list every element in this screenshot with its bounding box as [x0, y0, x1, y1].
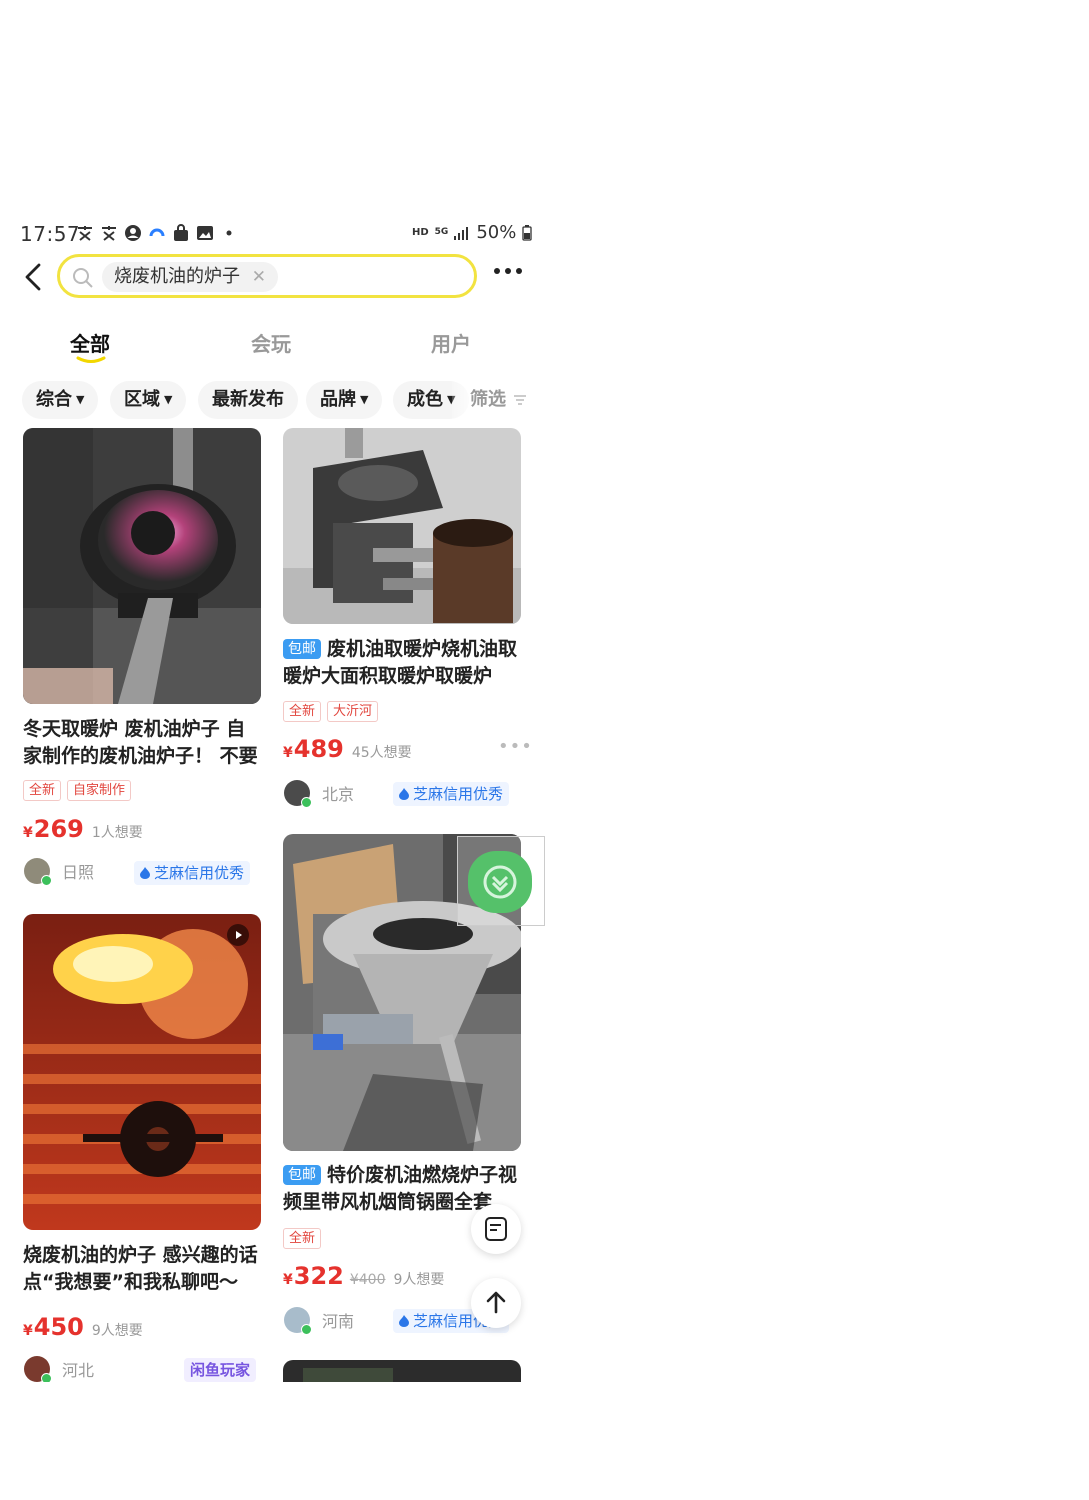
product-image[interactable] — [283, 1360, 521, 1382]
tab-all[interactable]: 全部 — [70, 328, 110, 357]
want-count: 9人想要 — [393, 1272, 445, 1288]
seller-location: 河南 — [322, 1312, 355, 1331]
seller-location: 北京 — [322, 785, 355, 804]
item-more-icon[interactable]: ••• — [498, 736, 533, 757]
online-dot — [41, 875, 52, 886]
notification-app-icon — [102, 226, 116, 241]
network-label: HD — [412, 227, 429, 238]
signal-icon — [454, 226, 469, 240]
product-tag: 全新 — [23, 780, 62, 801]
online-dot — [41, 1373, 52, 1382]
product-price: ¥489 45人想要 — [283, 735, 412, 763]
product-tag: 全新 — [283, 701, 322, 722]
filter-comprehensive[interactable]: 综合 ▼ — [22, 381, 99, 419]
system-status: HD 5G 50% — [412, 222, 532, 243]
filter-icon[interactable] — [514, 394, 526, 406]
feedback-button[interactable] — [471, 1204, 521, 1254]
notification-icons — [76, 224, 238, 242]
product-title[interactable]: 包邮 废机油取暖炉烧机油取暖炉大面积取暖炉取暖炉 — [283, 636, 523, 690]
product-image[interactable] — [23, 914, 261, 1230]
caret-down-icon: ▼ — [360, 393, 369, 406]
seller-info[interactable]: 河北 — [24, 1356, 94, 1382]
filter-region[interactable]: 区域 ▼ — [110, 381, 187, 419]
seller-info[interactable]: 北京 — [284, 780, 355, 808]
battery-level: 50% — [476, 222, 517, 243]
product-tags: 全新 大沂河 — [283, 701, 379, 722]
avatar[interactable] — [24, 858, 52, 886]
product-title[interactable]: 烧废机油的炉子 感兴趣的话点“我想要”和我私聊吧～ — [23, 1242, 263, 1296]
product-price: ¥450 9人想要 — [23, 1313, 143, 1341]
credit-badge: 芝麻信用优秀 — [134, 861, 251, 885]
credit-badge: 芝麻信用优秀 — [393, 782, 510, 806]
search-query-text: 烧废机油的炉子 — [114, 266, 240, 287]
network-type-label: 5G — [434, 227, 449, 237]
more-options-icon[interactable] — [494, 268, 522, 274]
back-arrow-icon[interactable] — [20, 262, 50, 292]
video-play-icon — [227, 924, 249, 946]
product-tag: 大沂河 — [327, 701, 379, 722]
search-query-chip[interactable]: 烧废机油的炉子 ✕ — [102, 262, 278, 292]
online-dot — [301, 1324, 312, 1335]
tab-playful[interactable]: 会玩 — [251, 328, 291, 357]
status-time: 17:57 — [20, 222, 81, 246]
floating-widget[interactable] — [457, 836, 545, 926]
filter-screen-button[interactable]: 筛选 — [470, 381, 506, 419]
flame-icon — [399, 788, 409, 800]
free-shipping-badge: 包邮 — [283, 639, 321, 659]
search-icon — [73, 268, 93, 288]
product-tags: 全新 自家制作 — [23, 780, 132, 801]
avatar[interactable] — [24, 1356, 52, 1382]
caret-down-icon: ▼ — [76, 393, 85, 406]
seller-info[interactable]: 日照 — [24, 858, 95, 886]
want-count: 1人想要 — [91, 825, 143, 841]
avatar[interactable] — [284, 1307, 312, 1335]
search-box[interactable]: 烧废机油的炉子 ✕ — [57, 254, 477, 298]
filter-bar: 综合▼ 区域▼ 最新发布 品牌▼ 成色▼ 筛选 — [22, 381, 542, 421]
tab-users[interactable]: 用户 — [431, 328, 471, 357]
filter-latest[interactable]: 最新发布 — [198, 381, 298, 419]
clear-query-icon[interactable]: ✕ — [252, 262, 266, 292]
want-count: 45人想要 — [351, 745, 412, 761]
seller-location: 河北 — [62, 1361, 95, 1380]
want-count: 9人想要 — [91, 1323, 143, 1339]
product-price: ¥322 ¥400 9人想要 — [283, 1262, 445, 1290]
product-price: ¥269 1人想要 — [23, 815, 143, 843]
gallery-icon — [197, 226, 213, 240]
notification-app-icon — [78, 226, 92, 241]
shopping-bag-icon — [174, 224, 188, 241]
original-price: ¥400 — [349, 1272, 386, 1288]
more-notifications-icon — [226, 230, 232, 236]
product-tags: 全新 — [283, 1228, 322, 1249]
online-dot — [301, 797, 312, 808]
product-title[interactable]: 冬天取暖炉 废机油炉子 自家制作的废机油炉子！ 不要 — [23, 716, 263, 770]
flame-icon — [140, 867, 150, 879]
floating-assistant-icon — [468, 851, 532, 913]
sync-icon — [149, 228, 165, 237]
player-badge: 闲鱼玩家 — [184, 1358, 257, 1382]
seller-location: 日照 — [62, 863, 95, 882]
product-tag: 自家制作 — [67, 780, 132, 801]
product-image[interactable] — [283, 428, 521, 624]
note-edit-icon — [485, 1217, 507, 1241]
back-to-top-button[interactable] — [471, 1278, 521, 1328]
free-shipping-badge: 包邮 — [283, 1165, 321, 1185]
active-tab-indicator — [76, 356, 106, 363]
product-tag: 全新 — [283, 1228, 322, 1249]
arrow-up-icon — [486, 1291, 506, 1314]
status-bar: 17:57 HD 5G 50% — [0, 218, 540, 252]
filter-brand[interactable]: 品牌 ▼ — [306, 381, 383, 419]
caret-down-icon: ▼ — [164, 393, 173, 406]
account-icon — [125, 225, 141, 241]
battery-icon — [522, 224, 532, 241]
seller-info[interactable]: 河南 — [284, 1307, 355, 1335]
flame-icon — [399, 1315, 409, 1327]
product-image[interactable] — [23, 428, 261, 704]
avatar[interactable] — [284, 780, 312, 808]
